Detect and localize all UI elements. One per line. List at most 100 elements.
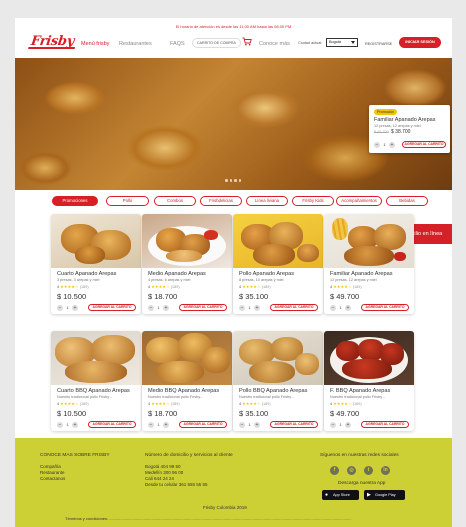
product-description: Nuestro tradicional pollo Frisby... [57,395,113,399]
carousel-dot[interactable] [238,179,241,182]
register-link[interactable]: REGISTRARSE [365,42,392,46]
top-navigation: Frisby Menú frisby Restaurantes FAQS CAR… [15,32,452,58]
tab-frisby-kids[interactable]: Frisby Kids [292,196,334,206]
rating-count: (189) [352,285,362,289]
add-to-cart-button[interactable]: AGREGAR AL CARRITO [88,421,136,428]
add-to-cart-button[interactable]: AGREGAR AL CARRITO [270,304,318,311]
product-card[interactable]: Medio Apanado Arepas 4 presas, 6 arepas … [142,214,232,314]
product-image [324,331,414,385]
nav-faqs[interactable]: FAQS [170,41,185,47]
product-image [142,214,232,268]
frisby-logo[interactable]: Frisby [30,34,75,49]
rating-value: 4 [239,402,242,406]
increment-button[interactable]: + [345,305,351,311]
add-to-cart-button[interactable]: AGREGAR AL CARRITO [361,304,409,311]
tab-combos[interactable]: Combos [154,196,196,206]
product-price: $ 35.100 [239,292,269,301]
promo-title: Familiar Apanado Arepas [374,117,436,123]
carousel-dot[interactable] [229,179,232,182]
quantity-value: 1 [248,305,251,310]
tab-bebidas[interactable]: Bebidas [386,196,428,206]
hours-notice: El horario de atención es desde las 11:0… [175,24,292,29]
rating-value: 4 [148,285,151,289]
rating-value: 4 [57,402,60,406]
product-rating: 4 ★★★★☆ (189) [148,401,180,406]
product-price: $ 49.700 [330,409,360,418]
product-card[interactable]: Pollo Apanado Arepas 8 presas, 10 arepas… [233,214,323,314]
login-button[interactable]: INICIAR SESIÓN [399,37,441,48]
quantity-stepper: − 1 + [239,305,262,312]
footer: CONOCE MAS SOBRE FRISBY Compañía Restaur… [15,438,452,527]
increment-button[interactable]: + [345,422,351,428]
tab-frisbdelicias[interactable]: Frisbdelicias [200,196,242,206]
increment-button[interactable]: + [72,305,78,311]
product-card[interactable]: Cuarto BBQ Apanado Arepas Nuestro tradic… [51,331,141,431]
rating-count: (189) [170,285,180,289]
product-card[interactable]: Cuarto Apanado Arepas 3 presas, 3 arepas… [51,214,141,314]
product-card[interactable]: F. BBQ Apanado Arepas Nuestro tradiciona… [324,331,414,431]
rating-value: 4 [239,285,242,289]
quantity-value: 1 [157,305,160,310]
cart-icon[interactable] [242,37,252,46]
product-rating: 4 ★★★★☆ (189) [57,401,89,406]
product-rating: 4 ★★★★☆ (189) [148,284,180,289]
footer-social-title: Síguenos en nuestras redes sociales [320,453,399,458]
add-to-cart-button[interactable]: AGREGAR AL CARRITO [88,304,136,311]
facebook-icon[interactable]: f [330,466,339,475]
terms-link[interactable]: Términos y condiciones: ................… [65,516,352,521]
increment-button[interactable]: + [254,305,260,311]
product-image [51,214,141,268]
google-play-label: Google Play [375,493,396,497]
product-price: $ 18.700 [148,409,178,418]
tab-pollo[interactable]: Pollo [106,196,149,206]
footer-link-restaurante[interactable]: Restaurante [40,470,65,475]
linkedin-icon[interactable]: in [381,466,390,475]
add-to-cart-button[interactable]: AGREGAR AL CARRITO [270,421,318,428]
quantity-stepper: − 1 + [148,305,171,312]
carousel-dot[interactable] [234,179,237,182]
increment-button[interactable]: + [254,422,260,428]
product-rating: 4 ★★★★☆ (189) [239,284,271,289]
page-frame: El horario de atención es desde las 11:0… [15,18,452,527]
city-label: Ciudad actual: [298,41,323,45]
nav-conoce-mas[interactable]: Conoce más [259,41,290,47]
nav-restaurantes[interactable]: Restaurantes [119,41,152,47]
increment-button[interactable]: + [389,142,395,148]
carousel-dot[interactable] [225,179,228,182]
tab-promociones[interactable]: Promociones [52,196,98,206]
add-to-cart-button[interactable]: AGREGAR AL CARRITO [179,421,227,428]
footer-link-compania[interactable]: Compañía [40,464,61,469]
star-rating-icon: ★★★★☆ [333,402,352,406]
product-rating: 4 ★★★★☆ (189) [330,401,362,406]
rating-count: (189) [79,285,89,289]
footer-link-contactanos[interactable]: Contactanos [40,476,65,481]
add-to-cart-button[interactable]: AGREGAR AL CARRITO [361,421,409,428]
rating-count: (189) [261,402,271,406]
product-description: 4 presas, 6 arepas y miel [148,278,191,282]
nav-menu-frisby[interactable]: Menú frisby [81,41,109,47]
cart-button[interactable]: CARRITO DE COMPRA [192,38,241,48]
quantity-stepper: − 1 + [330,422,353,429]
tab-acompanamientos[interactable]: Acompañamientos [336,196,382,206]
app-store-button[interactable]: ● App Store [322,490,359,500]
increment-button[interactable]: + [163,305,169,311]
increment-button[interactable]: + [163,422,169,428]
add-to-cart-button[interactable]: AGREGAR AL CARRITO [402,141,446,148]
city-select[interactable]: Bogotá [326,38,358,47]
quantity-stepper: − 1 + [57,422,80,429]
product-image [142,331,232,385]
quantity-stepper: − 1 + [148,422,171,429]
instagram-icon[interactable]: ◎ [347,466,356,475]
product-card[interactable]: Medio BBQ Apanado Arepas Nuestro tradici… [142,331,232,431]
tab-linea-liviana[interactable]: Línea liviana [246,196,288,206]
product-card[interactable]: Pollo BBQ Apanado Arepas Nuestro tradici… [233,331,323,431]
star-rating-icon: ★★★★☆ [60,402,79,406]
add-to-cart-button[interactable]: AGREGAR AL CARRITO [179,304,227,311]
increment-button[interactable]: + [72,422,78,428]
product-card[interactable]: Familiar Apanado Arepas 12 presas, 12 ar… [324,214,414,314]
download-app-label: Descarga nuestra App [338,481,386,486]
product-image [233,214,323,268]
quantity-stepper: − 1 + [330,305,353,312]
google-play-button[interactable]: ▶ Google Play [364,490,405,500]
twitter-icon[interactable]: t [364,466,373,475]
